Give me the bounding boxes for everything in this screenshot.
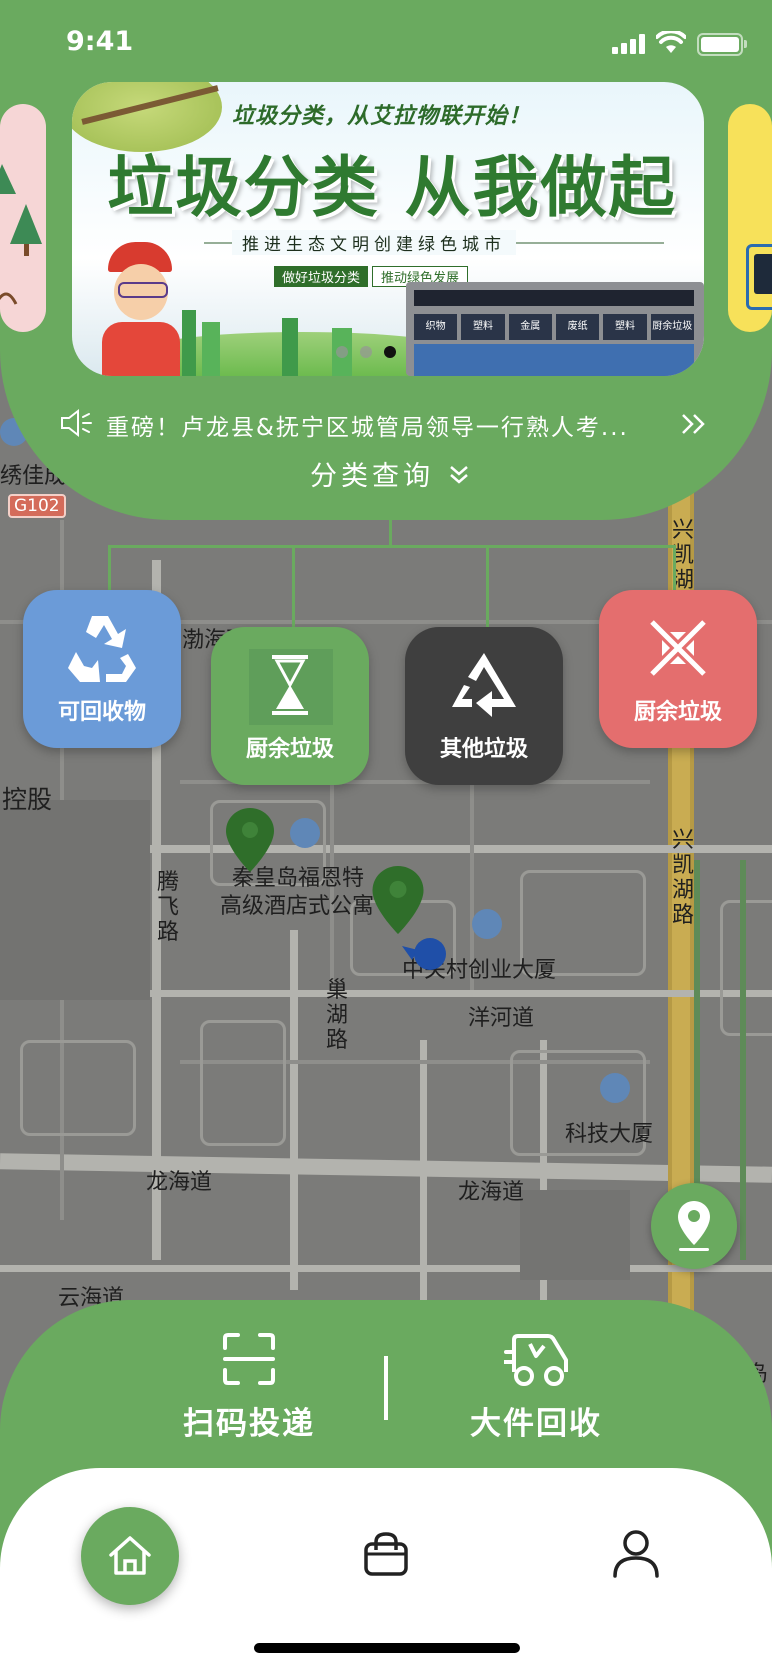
category-query-toggle[interactable]: 分类查询 <box>310 454 471 493</box>
category-query-label: 分类查询 <box>310 461 434 492</box>
carousel-dot[interactable] <box>336 346 348 358</box>
double-chevron-down-icon <box>449 466 468 484</box>
category-label: 其他垃圾 <box>439 737 528 762</box>
notice-bar[interactable]: 重磅！卢龙县&抚宁区城管局领导一行熟人考... <box>60 404 720 444</box>
speaker-icon <box>61 408 92 438</box>
map-label: 巢湖路 <box>325 978 348 1053</box>
banner-headline: 垃圾分类 从我做起 <box>107 148 677 226</box>
banner-carousel[interactable]: 垃圾分类，从艾拉物联开始！ 垃圾分类 从我做起 推进生态文明创建绿色城市 做好垃… <box>72 82 704 376</box>
map-label: 龙海道 <box>146 1170 213 1195</box>
carousel-dot[interactable] <box>360 346 372 358</box>
signal-icon <box>612 34 645 54</box>
current-location-icon <box>402 938 446 970</box>
banner-boy-illustration <box>100 242 180 376</box>
battery-icon <box>697 33 747 56</box>
carousel-prev-card[interactable] <box>0 104 46 332</box>
bag-icon[interactable] <box>362 1530 410 1578</box>
category-label: 可回收物 <box>57 700 146 725</box>
map-pin-icon[interactable] <box>226 808 274 872</box>
building-poi-icon[interactable] <box>600 1073 630 1103</box>
bin-label: 厨余垃圾 <box>650 314 694 340</box>
map-pin-icon[interactable] <box>372 866 424 934</box>
map-label: 控股 <box>2 785 53 814</box>
recycle-icon <box>68 616 136 682</box>
tab-home[interactable] <box>81 1507 179 1605</box>
banner-subline: 垃圾分类，从艾拉物联开始！ <box>232 104 532 129</box>
action-divider <box>384 1356 388 1420</box>
banner-tag: 做好垃圾分类 <box>274 266 369 287</box>
scan-icon <box>223 1333 275 1385</box>
category-label: 厨余垃圾 <box>245 737 334 762</box>
hotel-poi-icon[interactable] <box>290 818 320 848</box>
map-label: 科技大厦 <box>565 1122 654 1147</box>
bin-label: 塑料 <box>603 314 647 340</box>
carousel-dot-active[interactable] <box>384 346 396 358</box>
category-hazardous[interactable]: 厨余垃圾 <box>599 590 757 748</box>
banner-bins-illustration: 织物 塑料 金属 废纸 塑料 厨余垃圾 <box>406 282 704 376</box>
truck-icon <box>504 1334 568 1386</box>
carousel-next-card[interactable] <box>728 104 772 332</box>
cross-arrows-icon <box>650 620 706 676</box>
bin-label: 金属 <box>508 314 552 340</box>
map-label: 腾飞路 <box>156 870 179 945</box>
map-label: 高级酒店式公寓 <box>220 894 375 919</box>
notice-text: 重磅！卢龙县&抚宁区城管局领导一行熟人考... <box>106 415 629 441</box>
banner-slogan: 推进生态文明创建绿色城市 <box>232 230 516 255</box>
bulky-recycle-button[interactable]: 大件回收 <box>460 1332 620 1442</box>
map-label: 洋河道 <box>468 1006 535 1031</box>
locate-button[interactable] <box>651 1183 737 1269</box>
map-label: 兴凯湖路 <box>671 828 694 928</box>
category-kitchen[interactable]: 厨余垃圾 <box>211 627 369 785</box>
hourglass-icon <box>272 655 308 715</box>
status-bar: 9:41 <box>0 0 772 80</box>
bin-label: 塑料 <box>461 314 505 340</box>
category-other[interactable]: 其他垃圾 <box>405 627 563 785</box>
location-pin-icon <box>678 1201 710 1251</box>
user-icon[interactable] <box>611 1528 661 1578</box>
bulky-recycle-label: 大件回收 <box>470 1406 602 1442</box>
double-chevron-right-icon[interactable] <box>680 412 708 436</box>
bin-label: 织物 <box>414 314 458 340</box>
home-icon <box>109 1536 151 1575</box>
scan-deliver-label: 扫码投递 <box>183 1406 315 1442</box>
home-indicator <box>254 1643 520 1653</box>
category-recyclable[interactable]: 可回收物 <box>23 590 181 748</box>
building-poi-icon[interactable] <box>472 909 502 939</box>
category-label: 厨余垃圾 <box>633 700 722 725</box>
triangle-recycle-icon <box>452 653 516 717</box>
status-time: 9:41 <box>66 26 134 57</box>
wifi-icon <box>656 31 686 53</box>
map-label: G102 <box>8 494 66 518</box>
scan-deliver-button[interactable]: 扫码投递 <box>170 1332 330 1442</box>
bin-label: 废纸 <box>555 314 600 340</box>
map-label: 龙海道 <box>458 1180 525 1205</box>
